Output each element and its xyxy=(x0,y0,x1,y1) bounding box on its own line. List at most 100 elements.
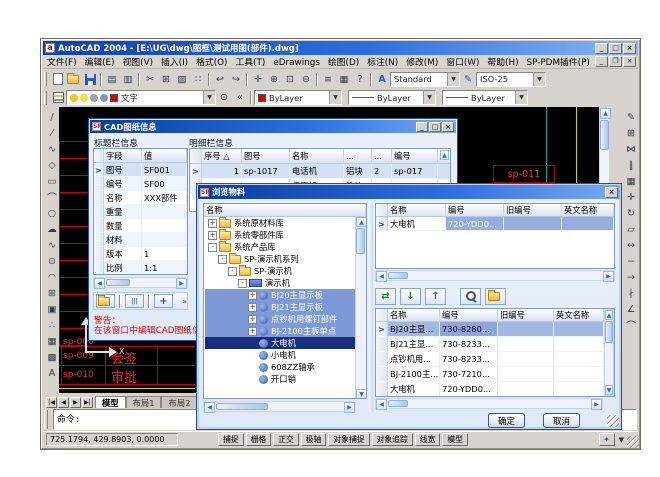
toolbar-overflow-icon[interactable]: » xyxy=(182,297,187,306)
scroll-right-icon[interactable]: ▶ xyxy=(344,402,355,413)
preview-icon[interactable]: ▥ xyxy=(120,72,136,87)
column-header[interactable]: 值 xyxy=(142,149,187,162)
hatch-icon[interactable]: ▦ xyxy=(45,333,60,349)
ok-button[interactable]: 确定 xyxy=(488,413,525,428)
layer-on-icon[interactable] xyxy=(70,94,78,102)
scroll-up-icon[interactable]: ▲ xyxy=(356,217,367,227)
table-row[interactable]: >BJ20主显...730-8280... xyxy=(376,322,614,337)
paste-icon[interactable]: ▨ xyxy=(174,72,190,87)
layer-plot-icon[interactable] xyxy=(100,94,108,102)
extend-icon[interactable]: → xyxy=(624,269,639,285)
multiline-text-icon[interactable]: A xyxy=(45,365,60,381)
layer-properties-icon[interactable] xyxy=(50,90,66,105)
zoom-realtime-icon[interactable]: ⊕ xyxy=(266,72,282,87)
lower-table-vscrollbar[interactable]: ▲ ▼ xyxy=(604,309,614,396)
title-table-hscrollbar[interactable]: ◀ ▶ xyxy=(93,277,188,288)
copy-object-icon[interactable]: ⊞ xyxy=(624,125,639,141)
tree-item[interactable]: +点钞机用螺钉部件 xyxy=(205,313,355,325)
menu-item-12[interactable]: SP-PDM插件(P) xyxy=(523,54,594,69)
line-icon[interactable]: ∕ xyxy=(45,109,60,125)
child-minimize-button[interactable]: _ xyxy=(595,56,608,67)
dim-style-icon[interactable]: ✎ xyxy=(460,72,476,87)
column-settings-button[interactable]: ||| xyxy=(125,294,144,308)
menu-item-4[interactable]: 格式(O) xyxy=(192,54,231,69)
table-row[interactable]: 比例1:1 xyxy=(94,261,187,275)
material-list-table[interactable]: 名称编号旧编号英文名称>BJ20主显...730-8280...BJ21主显..… xyxy=(375,308,615,397)
cut-icon[interactable]: ✂ xyxy=(142,72,158,87)
scroll-left-icon[interactable]: ◀ xyxy=(94,278,105,289)
redo-icon[interactable]: ↪ xyxy=(228,72,244,87)
minimize-button[interactable]: _ xyxy=(595,43,608,54)
combo-dropdown-icon[interactable]: ▼ xyxy=(203,91,215,104)
dialog-minimize-button[interactable]: _ xyxy=(416,122,428,132)
region-icon[interactable]: ▩ xyxy=(45,349,60,365)
expand-icon[interactable]: + xyxy=(248,327,257,336)
tree-item[interactable]: -SP-演示机 xyxy=(205,265,355,277)
dialog-maximize-button[interactable]: □ xyxy=(429,122,441,132)
arc-icon[interactable]: ⌒ xyxy=(45,189,60,205)
tab-layout1[interactable]: 布局1 xyxy=(126,396,162,408)
dialog-close-button[interactable]: × xyxy=(442,122,454,132)
menu-item-7[interactable]: 绘图(D) xyxy=(324,54,363,69)
menu-item-8[interactable]: 标注(N) xyxy=(363,54,402,69)
menu-item-3[interactable]: 插入(I) xyxy=(157,54,192,69)
toggle-1[interactable]: 栅格 xyxy=(246,433,272,446)
upper-table-hscrollbar[interactable]: ◀ ▶ xyxy=(375,270,615,281)
match-properties-icon[interactable]: ∷ xyxy=(190,72,206,87)
table-row[interactable]: 大电机720-YDD0... xyxy=(376,382,614,397)
scroll-left-icon[interactable]: ◀ xyxy=(376,399,387,410)
menu-item-5[interactable]: 工具(T) xyxy=(232,54,270,69)
menu-item-1[interactable]: 编辑(E) xyxy=(81,54,119,69)
toggle-3[interactable]: 极轴 xyxy=(301,433,327,446)
text-style-combo[interactable]: Standard▼ xyxy=(390,72,460,87)
tree-hscrollbar[interactable]: ◀ ▶ xyxy=(203,401,356,412)
combo-dropdown-icon[interactable]: ▼ xyxy=(329,91,341,104)
layer-freeze-icon[interactable] xyxy=(80,94,88,102)
add-field-button[interactable]: + xyxy=(154,294,173,308)
copy-icon[interactable]: ⊞ xyxy=(158,72,174,87)
new-icon[interactable] xyxy=(50,72,66,87)
zoom-previous-icon[interactable]: ⊖ xyxy=(298,72,314,87)
title-block-table[interactable]: 字段值>图号SF001编号SF00名称XXX部件重量数量材料版本1比例1:1 xyxy=(93,148,188,275)
scroll-up-icon[interactable]: ▲ xyxy=(605,310,613,320)
ellipse-arc-icon[interactable]: ◠ xyxy=(45,269,60,285)
offset-icon[interactable]: ∥ xyxy=(624,157,639,173)
circle-icon[interactable]: ○ xyxy=(45,205,60,221)
tab-last-icon[interactable]: ▶| xyxy=(82,397,93,408)
tree-item[interactable]: +系统零部件库 xyxy=(205,229,355,241)
rotate-icon[interactable]: ↻ xyxy=(624,205,639,221)
expand-icon[interactable]: + xyxy=(248,303,257,312)
move-icon[interactable]: ✛ xyxy=(624,189,639,205)
menu-item-6[interactable]: eDrawings xyxy=(269,57,324,69)
rectangle-icon[interactable]: ▭ xyxy=(45,173,60,189)
dim-style-combo[interactable]: ISO-25▼ xyxy=(476,72,546,87)
undo-icon[interactable]: ↩ xyxy=(212,72,228,87)
tree-item[interactable]: +BJ-2100主板单点 xyxy=(205,325,355,337)
trim-icon[interactable]: − xyxy=(624,253,639,269)
collapse-icon[interactable]: - xyxy=(228,267,237,276)
toolbar-grip[interactable] xyxy=(44,91,47,105)
scroll-up-icon[interactable]: ▲ xyxy=(600,108,611,119)
menu-item-11[interactable]: 帮助(H) xyxy=(483,54,522,69)
expand-icon[interactable]: + xyxy=(208,231,217,240)
toggle-2[interactable]: 正交 xyxy=(273,433,299,446)
stretch-icon[interactable]: ↔ xyxy=(624,237,639,253)
transfer-button[interactable]: ⇄ xyxy=(375,288,396,305)
expand-icon[interactable]: + xyxy=(248,291,257,300)
toggle-5[interactable]: 对象追踪 xyxy=(372,433,413,446)
properties-icon[interactable]: ≡ xyxy=(320,72,336,87)
ellipse-icon[interactable]: ⊙ xyxy=(45,253,60,269)
close-button[interactable]: × xyxy=(623,43,636,54)
column-header[interactable]: 英文名称 xyxy=(562,204,614,216)
table-row[interactable]: BJ21主显...730-8233... xyxy=(376,337,614,352)
window-resize-grip[interactable] xyxy=(627,436,639,448)
child-restore-button[interactable]: ❐ xyxy=(609,56,622,67)
expand-icon[interactable]: + xyxy=(208,219,217,228)
toggle-0[interactable]: 捕捉 xyxy=(218,433,244,446)
toggle-6[interactable]: 线宽 xyxy=(415,433,441,446)
menu-item-0[interactable]: 文件(F) xyxy=(43,54,81,69)
polyline-icon[interactable]: ∿ xyxy=(45,141,60,157)
lower-table-hscrollbar[interactable]: ◀ ▶ xyxy=(375,398,603,409)
break-icon[interactable]: ∤ xyxy=(624,285,639,301)
table-row[interactable]: 数量 xyxy=(94,219,187,233)
